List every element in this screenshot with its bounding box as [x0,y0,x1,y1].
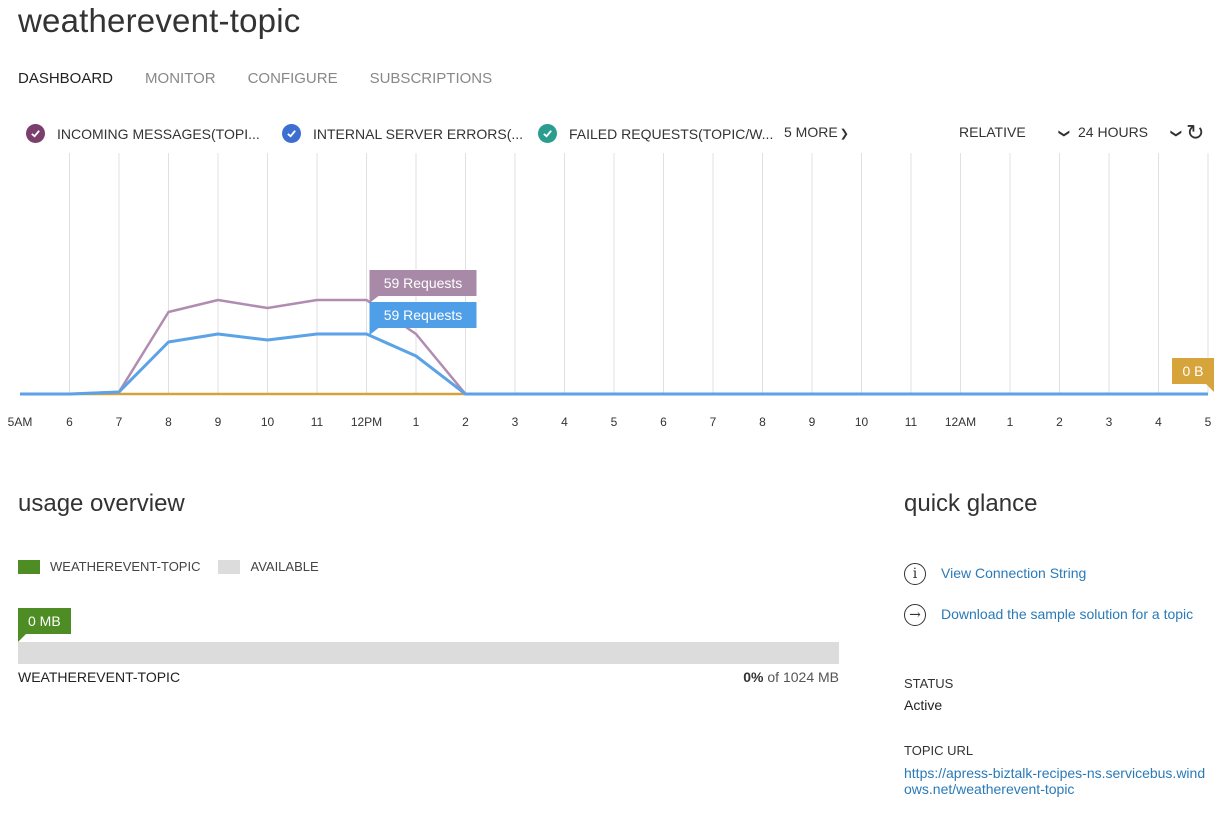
link-text[interactable]: View Connection String [941,563,1086,583]
topic-url-label: TOPIC URL [904,743,974,758]
usage-entity-name: WEATHEREVENT-TOPIC [18,669,181,685]
x-tick-label: 7 [710,415,717,429]
metric-incoming-messages[interactable]: INCOMING MESSAGES(TOPI... [26,124,260,143]
x-tick-label: 3 [512,415,519,429]
range-mode-select[interactable]: RELATIVE ❯ [959,124,1070,140]
metric-label: INCOMING MESSAGES(TOPI... [57,125,260,142]
line-chart: 5AM 6 7 8 9 10 11 12PM 1 2 3 4 5 6 7 8 9 10 11 12AM 1 2 3 4 5 59 … [8,153,1214,429]
x-tick-label: 6 [660,415,667,429]
metric-label: INTERNAL SERVER ERRORS(... [313,125,524,142]
status-value: Active [904,697,943,713]
quick-glance-title: quick glance [904,490,1038,517]
badge-pointer [18,634,26,642]
x-tick-label: 7 [116,415,123,429]
x-tick-label: 2 [1056,415,1063,429]
tooltip-pointer [369,328,379,335]
check-icon [538,124,557,143]
link-text[interactable]: Download the sample solution for a topic [941,604,1193,624]
usage-capacity: of 1024 MB [767,669,839,685]
more-metrics-button[interactable]: 5 MORE ❯ [784,124,849,140]
x-tick-label: 11 [905,415,918,429]
range-period-select[interactable]: 24 HOURS ❯ [1078,124,1183,140]
download-sample-link[interactable]: → Download the sample solution for a top… [904,604,1204,626]
status-label: STATUS [904,676,954,691]
chevron-down-icon: ❯ [1170,128,1183,139]
x-tick-label: 10 [261,415,275,429]
x-tick-label: 12AM [945,415,976,429]
usage-legend: WEATHEREVENT-TOPIC AVAILABLE [18,559,319,574]
x-tick-label: 4 [561,415,568,429]
usage-bar [18,642,839,664]
range-mode-value: RELATIVE [959,124,1026,140]
x-tick-label: 1 [413,415,420,429]
x-tick-label: 12PM [351,415,382,429]
tooltip-pointer [1206,384,1214,392]
tooltip-text: 59 Requests [384,307,463,323]
legend-label: AVAILABLE [250,559,319,574]
refresh-icon[interactable]: ↻ [1186,121,1204,146]
tab-subscriptions[interactable]: SUBSCRIPTIONS [370,70,493,87]
tab-bar: DASHBOARD MONITOR CONFIGURE SUBSCRIPTION… [18,70,492,87]
metric-internal-server-errors[interactable]: INTERNAL SERVER ERRORS(... [282,124,523,143]
x-tick-label: 9 [215,415,222,429]
usage-percentage: 0% of 1024 MB [743,669,839,685]
x-tick-label: 5 [611,415,618,429]
tooltip-text: 59 Requests [384,275,463,291]
used-size-badge: 0 MB [18,608,71,634]
metrics-bar: INCOMING MESSAGES(TOPI... INTERNAL SERVE… [22,121,1212,148]
x-tick-label: 4 [1155,415,1162,429]
legend-label: WEATHEREVENT-TOPIC [50,559,201,574]
x-tick-label: 8 [759,415,766,429]
topic-url-link[interactable]: https://apress-biztalk-recipes-ns.servic… [904,765,1209,797]
x-tick-label: 5 [1205,415,1212,429]
x-tick-label: 6 [66,415,73,429]
more-label: 5 MORE [784,124,838,140]
check-icon [282,124,301,143]
usage-overview-title: usage overview [18,490,185,517]
x-tick-label: 10 [855,415,869,429]
x-tick-label: 2 [462,415,469,429]
x-tick-label: 8 [165,415,172,429]
x-tick-label: 5AM [8,415,33,429]
chevron-down-icon: ❯ [1057,128,1070,139]
range-period-value: 24 HOURS [1078,124,1149,140]
arrow-right-circle-icon: → [904,604,926,626]
chevron-down-icon: ❯ [839,128,849,140]
x-tick-label: 1 [1007,415,1014,429]
tooltip-text: 0 B [1182,363,1203,379]
metric-failed-requests[interactable]: FAILED REQUESTS(TOPIC/W... [538,124,773,143]
legend-swatch [18,559,40,574]
info-icon: i [904,563,926,585]
usage-pct-value: 0% [743,669,764,685]
tab-configure[interactable]: CONFIGURE [248,70,338,87]
x-tick-label: 3 [1106,415,1113,429]
page-title: weatherevent-topic [18,2,301,39]
x-tick-label: 9 [809,415,816,429]
legend-swatch [218,559,241,574]
view-connection-string-link[interactable]: i View Connection String [904,563,1086,585]
metric-label: FAILED REQUESTS(TOPIC/W... [569,125,774,142]
x-tick-label: 11 [311,415,324,429]
check-icon [26,124,45,143]
tab-monitor[interactable]: MONITOR [145,70,216,87]
tab-dashboard[interactable]: DASHBOARD [18,70,113,87]
